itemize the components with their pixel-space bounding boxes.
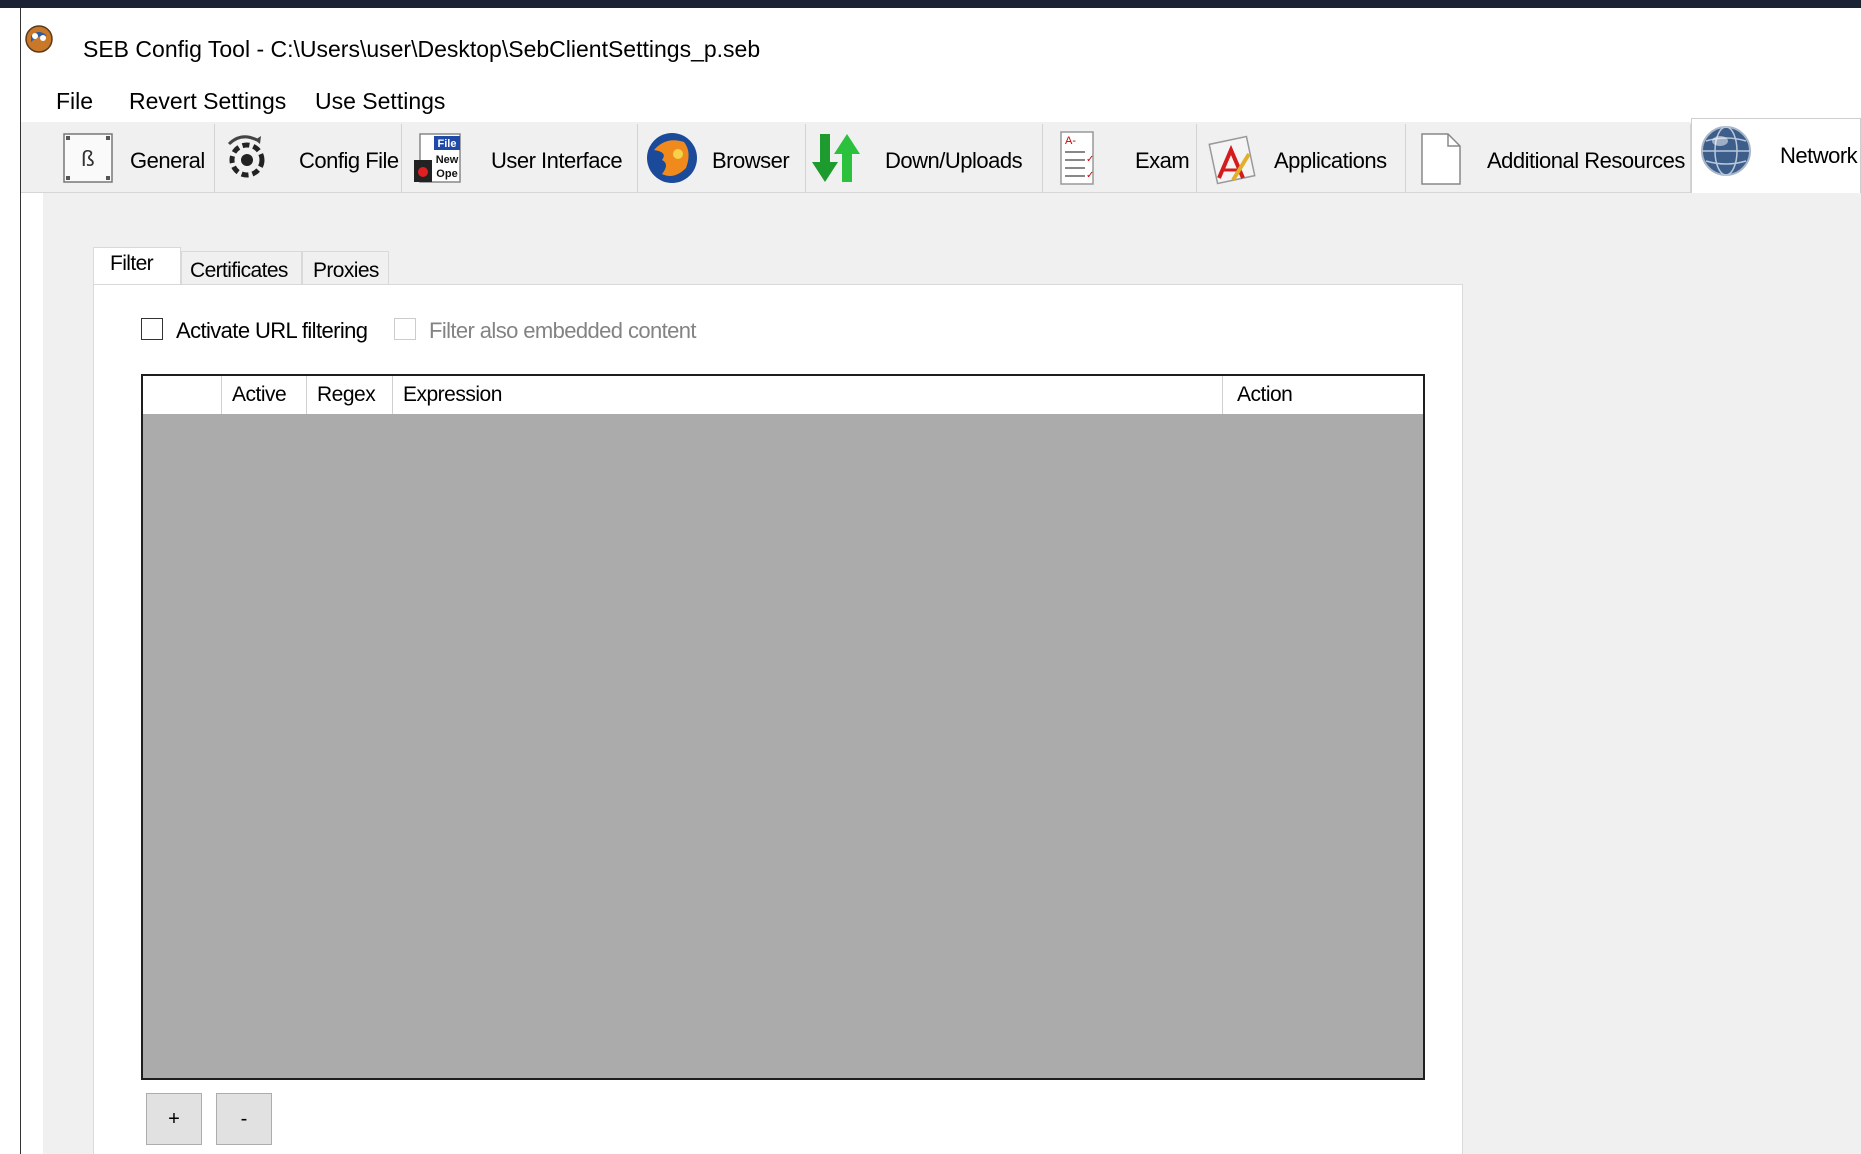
tab-browser[interactable]: Browser bbox=[638, 124, 806, 192]
column-header-regex[interactable]: Regex bbox=[307, 376, 393, 414]
svg-text:Ope: Ope bbox=[436, 168, 457, 180]
subtab-certificates[interactable]: Certificates bbox=[181, 251, 302, 287]
subtab-label: Filter bbox=[110, 252, 154, 275]
tab-user-interface[interactable]: File New Ope User Interface bbox=[402, 124, 638, 192]
menu-bar: File Revert Settings Use Settings bbox=[21, 80, 1861, 120]
tab-label: Exam bbox=[1135, 148, 1190, 173]
url-filter-grid[interactable]: Active Regex Expression Action bbox=[141, 374, 1425, 1080]
config-file-icon bbox=[227, 135, 265, 178]
exam-icon: A- ✓ ✓ bbox=[1060, 131, 1094, 185]
svg-text:✓: ✓ bbox=[1086, 170, 1094, 181]
column-header-action[interactable]: Action bbox=[1223, 376, 1423, 414]
activate-url-filtering-label[interactable]: Activate URL filtering bbox=[176, 318, 368, 344]
down-uploads-icon bbox=[812, 134, 860, 182]
network-icon bbox=[1701, 126, 1751, 176]
remove-rule-button[interactable]: - bbox=[216, 1093, 272, 1145]
tab-applications[interactable]: Applications bbox=[1197, 124, 1406, 192]
subtab-filter[interactable]: Filter bbox=[93, 247, 181, 285]
tab-config-file[interactable]: Config File bbox=[215, 124, 402, 192]
user-interface-icon: File New Ope bbox=[414, 133, 461, 183]
tab-exam[interactable]: A- ✓ ✓ Exam bbox=[1043, 124, 1197, 192]
menu-revert-settings[interactable]: Revert Settings bbox=[129, 88, 286, 115]
tab-label: Applications bbox=[1274, 148, 1387, 173]
column-header-expression[interactable]: Expression bbox=[393, 376, 1223, 414]
tab-general[interactable]: ß General bbox=[54, 124, 215, 192]
svg-text:A-: A- bbox=[1065, 135, 1076, 147]
window-title: SEB Config Tool - C:\Users\user\Desktop\… bbox=[83, 36, 761, 62]
seb-logo-icon bbox=[25, 25, 53, 53]
tab-network[interactable]: Network bbox=[1691, 118, 1861, 193]
seb-config-window: SEB Config Tool - C:\Users\user\Desktop\… bbox=[0, 0, 1861, 1154]
tab-label: Additional Resources bbox=[1487, 148, 1685, 173]
column-header-label: Active bbox=[232, 383, 287, 406]
tab-label: Down/Uploads bbox=[885, 148, 1023, 173]
activate-url-filtering-checkbox[interactable] bbox=[141, 318, 163, 340]
browser-icon bbox=[647, 133, 697, 183]
tab-label: General bbox=[130, 148, 205, 173]
grid-header: Active Regex Expression Action bbox=[143, 376, 1423, 414]
svg-text:ß: ß bbox=[81, 146, 94, 171]
tab-label: Config File bbox=[299, 148, 399, 173]
subtab-label: Certificates bbox=[190, 259, 288, 282]
desktop-strip bbox=[0, 0, 1861, 8]
tab-additional-resources[interactable]: Additional Resources bbox=[1406, 124, 1691, 192]
column-header-label: Regex bbox=[317, 383, 376, 406]
menu-file[interactable]: File bbox=[56, 88, 93, 115]
tab-label: User Interface bbox=[491, 148, 623, 173]
additional-resources-icon bbox=[1421, 133, 1461, 185]
filter-embedded-content-label: Filter also embedded content bbox=[429, 318, 697, 343]
subtab-proxies[interactable]: Proxies bbox=[302, 251, 389, 287]
svg-text:✓: ✓ bbox=[1086, 154, 1094, 165]
subtab-label: Proxies bbox=[313, 259, 379, 282]
svg-text:File: File bbox=[438, 138, 457, 150]
column-header-active[interactable]: Active bbox=[222, 376, 307, 414]
tab-down-uploads[interactable]: Down/Uploads bbox=[806, 124, 1043, 192]
tab-label: Network bbox=[1780, 143, 1858, 168]
general-icon: ß bbox=[63, 133, 113, 183]
tab-label: Browser bbox=[712, 148, 790, 173]
menu-use-settings[interactable]: Use Settings bbox=[315, 88, 445, 115]
filter-embedded-content-checkbox bbox=[394, 318, 416, 340]
svg-text:New: New bbox=[436, 154, 459, 166]
column-header-label: Action bbox=[1237, 383, 1293, 406]
applications-icon bbox=[1208, 135, 1256, 185]
column-header-label: Expression bbox=[403, 383, 502, 406]
column-header-row-selector[interactable] bbox=[143, 376, 222, 414]
add-rule-button[interactable]: + bbox=[146, 1093, 202, 1145]
